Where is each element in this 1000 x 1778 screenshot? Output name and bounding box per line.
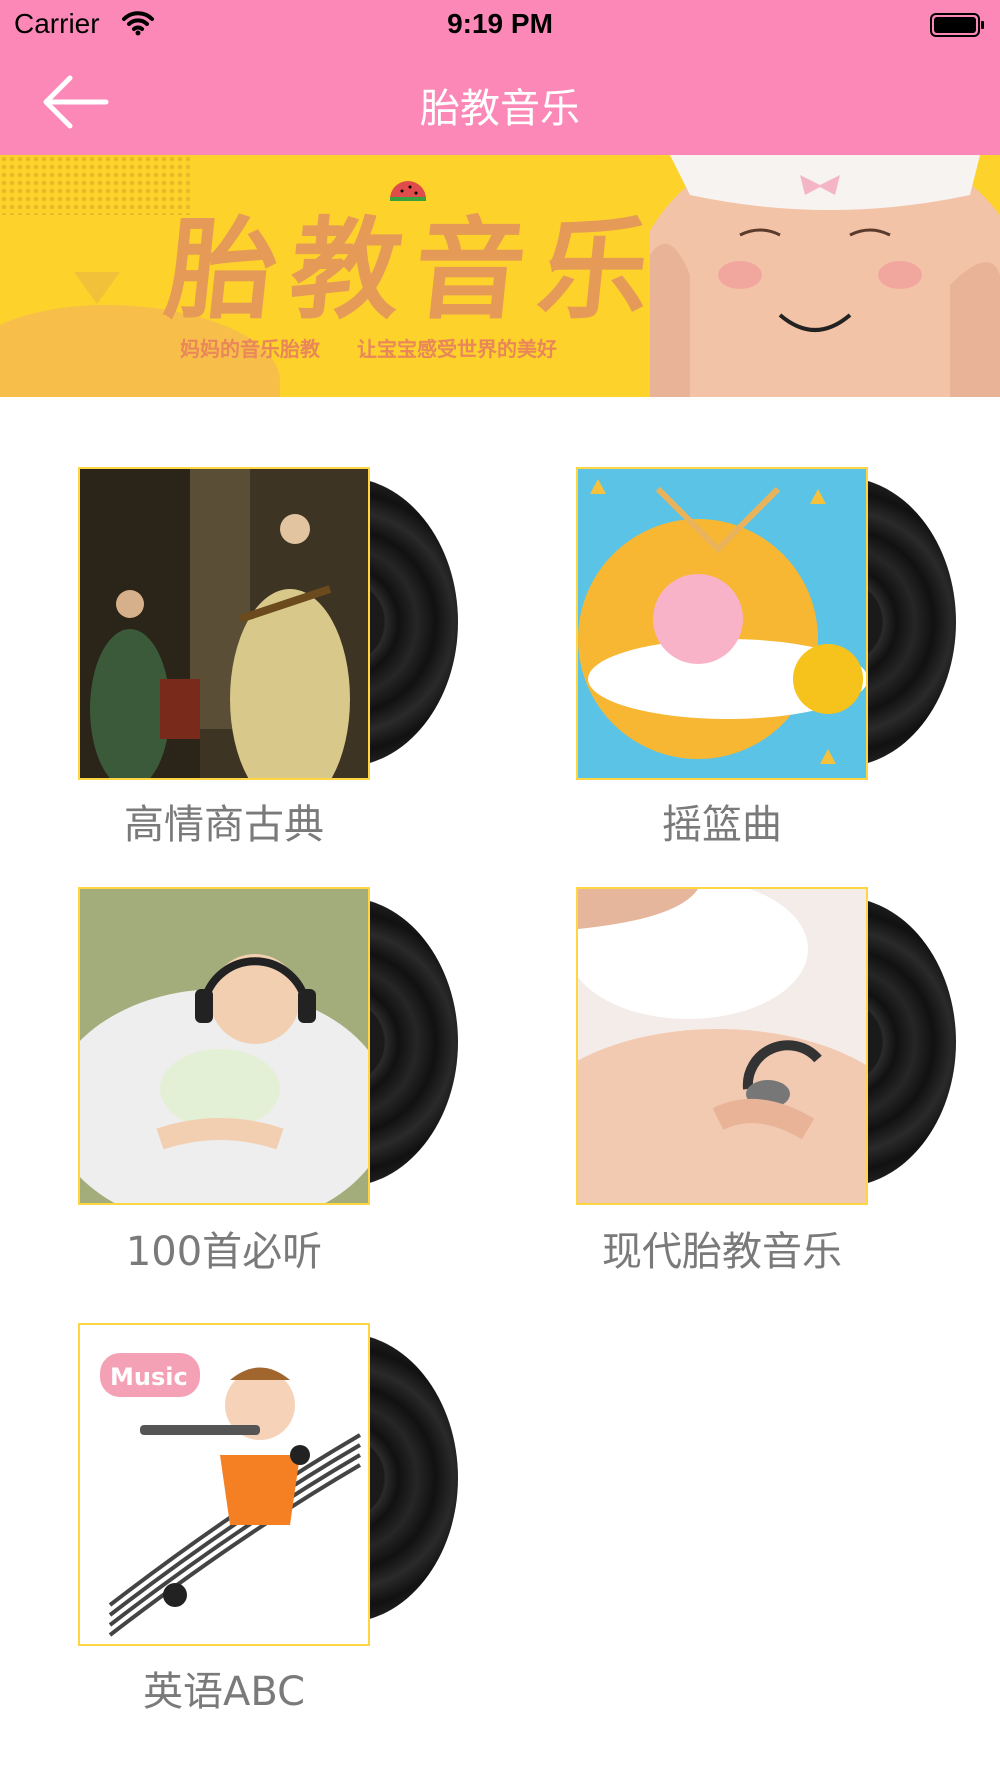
banner-title: 胎教音乐 <box>160 205 670 334</box>
album-item[interactable]: 高情商古典 <box>78 467 458 857</box>
album-item[interactable]: 100首必听 <box>78 887 458 1277</box>
page-title: 胎教音乐 <box>420 86 580 132</box>
baby-headphones-cover <box>78 887 370 1205</box>
banner-dot-pattern <box>0 155 190 215</box>
album-label: 100首必听 <box>125 1229 323 1275</box>
pregnant-headphones-cover <box>576 887 868 1205</box>
status-bar: Carrier 9:19 PM <box>0 0 1000 52</box>
top-bar: Carrier 9:19 PM 胎教音乐 <box>0 0 1000 155</box>
album-item[interactable]: 摇篮曲 <box>576 467 956 857</box>
navigation-bar: 胎教音乐 <box>0 52 1000 155</box>
album-item[interactable]: Music 英语ABC <box>78 1323 458 1715</box>
album-label: 英语ABC <box>142 1669 306 1715</box>
classical-painting-cover <box>78 467 370 780</box>
album-item[interactable]: 现代胎教音乐 <box>576 887 956 1277</box>
sleeping-cartoon-cover <box>576 467 868 780</box>
album-label: 摇篮曲 <box>662 802 782 848</box>
banner-triangle-icon <box>74 272 120 304</box>
banner-subtitle: 妈妈的音乐胎教 让宝宝感受世界的美好 <box>180 337 557 361</box>
pregnant-belly-image <box>650 155 1000 397</box>
music-boy-flute-cover: Music <box>78 1323 370 1646</box>
album-label: 现代胎教音乐 <box>602 1229 842 1275</box>
promo-banner[interactable]: 胎教音乐 妈妈的音乐胎教 让宝宝感受世界的美好 <box>0 155 1000 397</box>
svg-text:Music: Music <box>110 1363 188 1391</box>
album-label: 高情商古典 <box>124 802 324 848</box>
clock: 9:19 PM <box>447 8 553 39</box>
battery-icon <box>930 12 986 38</box>
